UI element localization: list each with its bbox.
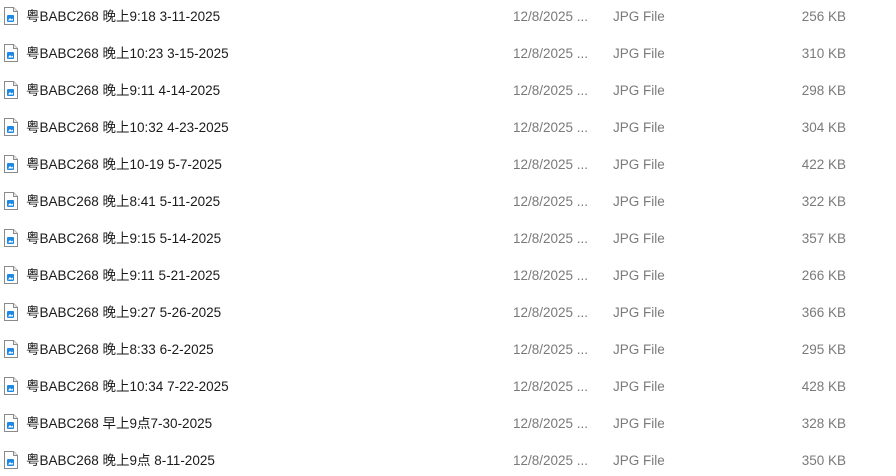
jpg-file-icon xyxy=(3,377,19,395)
file-name: 粤BABC268 晚上10-19 5-7-2025 xyxy=(26,157,222,172)
file-name: 粤BABC268 晚上9:11 5-21-2025 xyxy=(26,268,221,283)
file-row[interactable]: 粤BABC268 晚上10-19 5-7-2025 12/8/2025 ... … xyxy=(0,146,896,183)
jpg-file-icon xyxy=(3,414,19,432)
file-row[interactable]: 粤BABC268 晚上9点 8-11-2025 12/8/2025 ... JP… xyxy=(0,442,896,476)
file-row[interactable]: 粤BABC268 晚上9:15 5-14-2025 12/8/2025 ... … xyxy=(0,220,896,257)
file-size: 322 KB xyxy=(801,194,846,209)
file-name: 粤BABC268 晚上9:27 5-26-2025 xyxy=(26,305,222,320)
file-name: 粤BABC268 晚上10:23 3-15-2025 xyxy=(26,46,229,61)
file-type: JPG File xyxy=(613,46,665,61)
file-type: JPG File xyxy=(613,416,665,431)
file-date-modified: 12/8/2025 ... xyxy=(513,83,589,98)
file-date-modified: 12/8/2025 ... xyxy=(513,268,589,283)
file-size: 295 KB xyxy=(801,342,846,357)
file-row[interactable]: 粤BABC268 晚上9:18 3-11-2025 12/8/2025 ... … xyxy=(0,0,896,35)
file-type: JPG File xyxy=(613,379,665,394)
file-row[interactable]: 粤BABC268 晚上8:41 5-11-2025 12/8/2025 ... … xyxy=(0,183,896,220)
file-date-modified: 12/8/2025 ... xyxy=(513,120,589,135)
file-date-modified: 12/8/2025 ... xyxy=(513,157,589,172)
file-name: 粤BABC268 晚上9:15 5-14-2025 xyxy=(26,231,222,246)
file-name: 粤BABC268 晚上9:11 4-14-2025 xyxy=(26,83,221,98)
file-name: 粤BABC268 晚上10:34 7-22-2025 xyxy=(26,379,229,394)
jpg-file-icon xyxy=(3,81,19,99)
file-date-modified: 12/8/2025 ... xyxy=(513,379,589,394)
file-row[interactable]: 粤BABC268 晚上10:34 7-22-2025 12/8/2025 ...… xyxy=(0,368,896,405)
file-date-modified: 12/8/2025 ... xyxy=(513,416,589,431)
jpg-file-icon xyxy=(3,340,19,358)
file-size: 350 KB xyxy=(801,453,846,468)
file-type: JPG File xyxy=(613,342,665,357)
file-name: 粤BABC268 晚上10:32 4-23-2025 xyxy=(26,120,229,135)
file-date-modified: 12/8/2025 ... xyxy=(513,194,589,209)
file-row[interactable]: 粤BABC268 晚上9:27 5-26-2025 12/8/2025 ... … xyxy=(0,294,896,331)
file-type: JPG File xyxy=(613,268,665,283)
jpg-file-icon xyxy=(3,155,19,173)
file-name: 粤BABC268 晚上9:18 3-11-2025 xyxy=(26,9,221,24)
file-row[interactable]: 粤BABC268 晚上10:23 3-15-2025 12/8/2025 ...… xyxy=(0,35,896,72)
file-name: 粤BABC268 早上9点7-30-2025 xyxy=(26,416,213,431)
jpg-file-icon xyxy=(3,7,19,25)
file-date-modified: 12/8/2025 ... xyxy=(513,231,589,246)
file-date-modified: 12/8/2025 ... xyxy=(513,453,589,468)
file-date-modified: 12/8/2025 ... xyxy=(513,342,589,357)
jpg-file-icon xyxy=(3,229,19,247)
file-row[interactable]: 粤BABC268 晚上10:32 4-23-2025 12/8/2025 ...… xyxy=(0,109,896,146)
jpg-file-icon xyxy=(3,118,19,136)
file-type: JPG File xyxy=(613,9,665,24)
file-date-modified: 12/8/2025 ... xyxy=(513,305,589,320)
file-type: JPG File xyxy=(613,157,665,172)
file-row[interactable]: 粤BABC268 晚上9:11 5-21-2025 12/8/2025 ... … xyxy=(0,257,896,294)
file-type: JPG File xyxy=(613,194,665,209)
file-type: JPG File xyxy=(613,120,665,135)
file-name: 粤BABC268 晚上9点 8-11-2025 xyxy=(26,453,215,468)
file-size: 328 KB xyxy=(801,416,846,431)
file-size: 256 KB xyxy=(801,9,846,24)
file-size: 304 KB xyxy=(801,120,846,135)
file-type: JPG File xyxy=(613,453,665,468)
file-row[interactable]: 粤BABC268 早上9点7-30-2025 12/8/2025 ... JPG… xyxy=(0,405,896,442)
jpg-file-icon xyxy=(3,266,19,284)
file-name: 粤BABC268 晚上8:33 6-2-2025 xyxy=(26,342,214,357)
file-size: 310 KB xyxy=(801,46,846,61)
file-size: 298 KB xyxy=(801,83,846,98)
file-date-modified: 12/8/2025 ... xyxy=(513,9,589,24)
file-list: 粤BABC268 晚上9:18 3-11-2025 12/8/2025 ... … xyxy=(0,0,896,476)
jpg-file-icon xyxy=(3,44,19,62)
file-row[interactable]: 粤BABC268 晚上9:11 4-14-2025 12/8/2025 ... … xyxy=(0,72,896,109)
file-size: 266 KB xyxy=(801,268,846,283)
file-type: JPG File xyxy=(613,231,665,246)
file-name: 粤BABC268 晚上8:41 5-11-2025 xyxy=(26,194,221,209)
file-size: 357 KB xyxy=(801,231,846,246)
file-size: 428 KB xyxy=(801,379,846,394)
file-row[interactable]: 粤BABC268 晚上8:33 6-2-2025 12/8/2025 ... J… xyxy=(0,331,896,368)
file-size: 366 KB xyxy=(801,305,846,320)
jpg-file-icon xyxy=(3,192,19,210)
jpg-file-icon xyxy=(3,451,19,469)
file-type: JPG File xyxy=(613,305,665,320)
file-type: JPG File xyxy=(613,83,665,98)
file-size: 422 KB xyxy=(801,157,846,172)
file-date-modified: 12/8/2025 ... xyxy=(513,46,589,61)
jpg-file-icon xyxy=(3,303,19,321)
